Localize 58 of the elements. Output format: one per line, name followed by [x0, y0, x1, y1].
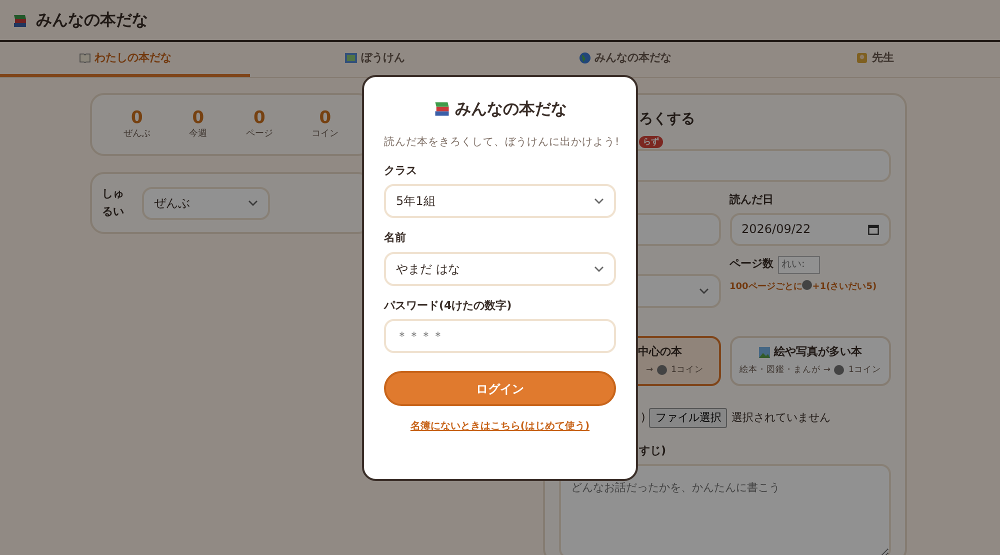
summary-label: すじ) [638, 443, 668, 459]
app-title: みんなの本だな [36, 9, 148, 31]
dialog-title: みんなの本だな [455, 98, 567, 120]
books-icon [12, 12, 28, 29]
stat-label: ぜんぶ [123, 128, 150, 141]
select-field[interactable]: 5年1組 [384, 184, 616, 218]
chevron-icon [248, 200, 258, 206]
choice-title: 絵や写真が多い本 [774, 344, 862, 360]
summary-textarea[interactable]: どんなお話だったかを、かんたんに書こう [559, 464, 891, 555]
stat-value: 0 [252, 108, 266, 128]
open-book-icon [78, 53, 90, 63]
choice-title: 中心の本 [638, 344, 682, 360]
field-label: 名前 [384, 230, 407, 246]
books-icon [433, 100, 451, 118]
genre-select[interactable]: ぜんぶ [142, 186, 270, 220]
file-status: 選択されていません [731, 410, 830, 426]
chevron-icon [594, 266, 604, 272]
pages-label: ページ数 [730, 256, 774, 272]
calendar-icon [868, 224, 879, 234]
select-field[interactable]: やまだ はな [384, 252, 616, 286]
field-label: パスワード(4けたの数字) [384, 298, 513, 314]
picture-icon [758, 347, 770, 358]
stat-label: 今週 [189, 128, 208, 141]
chevron-icon [698, 288, 708, 294]
coin-hint: 100ページごとに +1(さいだい5) [730, 280, 878, 294]
coin-icon [802, 280, 812, 290]
coin-count: 1コイン [671, 364, 704, 377]
form-title: ろくする [639, 110, 695, 129]
stat-value: 0 [318, 108, 332, 128]
date-label: 読んだ日 [730, 192, 774, 208]
stat-value: 0 [191, 108, 206, 128]
stat-label: ページ [246, 128, 273, 141]
date-input[interactable]: 2026/09/22 [730, 212, 891, 246]
filter-label: しゅるい [102, 186, 125, 220]
required-badge: らず [639, 136, 663, 148]
file-button[interactable]: ファイル選択 [649, 408, 728, 428]
register-link[interactable]: 名簿にないときはこちら(はじめて使う) [410, 421, 590, 432]
person-icon [856, 52, 868, 64]
choice-note: → [646, 364, 654, 377]
stat-value: 0 [130, 108, 144, 128]
coin-count: 1コイン [848, 364, 881, 377]
login-button[interactable]: ログイン [384, 371, 616, 406]
tab[interactable]: わたしの本だな [0, 42, 250, 77]
dialog-subtitle: 読んだ本をきろくして、ぼうけんに出かけよう! [384, 135, 616, 150]
choice-note: 絵本・図鑑・まんが → [740, 364, 830, 377]
field-label: クラス [384, 162, 418, 179]
stat-label: コイン [312, 128, 339, 141]
password-field[interactable]: ＊＊＊＊ [384, 319, 616, 354]
coin-icon [657, 365, 668, 376]
map-icon [345, 53, 357, 63]
paren-text: ) [641, 410, 646, 426]
date-value: 2026/09/22 [742, 221, 811, 238]
pages-input[interactable]: れい: [778, 256, 820, 274]
coin-icon [834, 365, 844, 376]
chevron-icon [594, 198, 604, 204]
choice-card[interactable]: 絵や写真が多い本 絵本・図鑑・まんが → 1コイン [730, 336, 891, 386]
globe-icon [578, 52, 590, 64]
tab[interactable]: 先生 [750, 42, 1000, 77]
